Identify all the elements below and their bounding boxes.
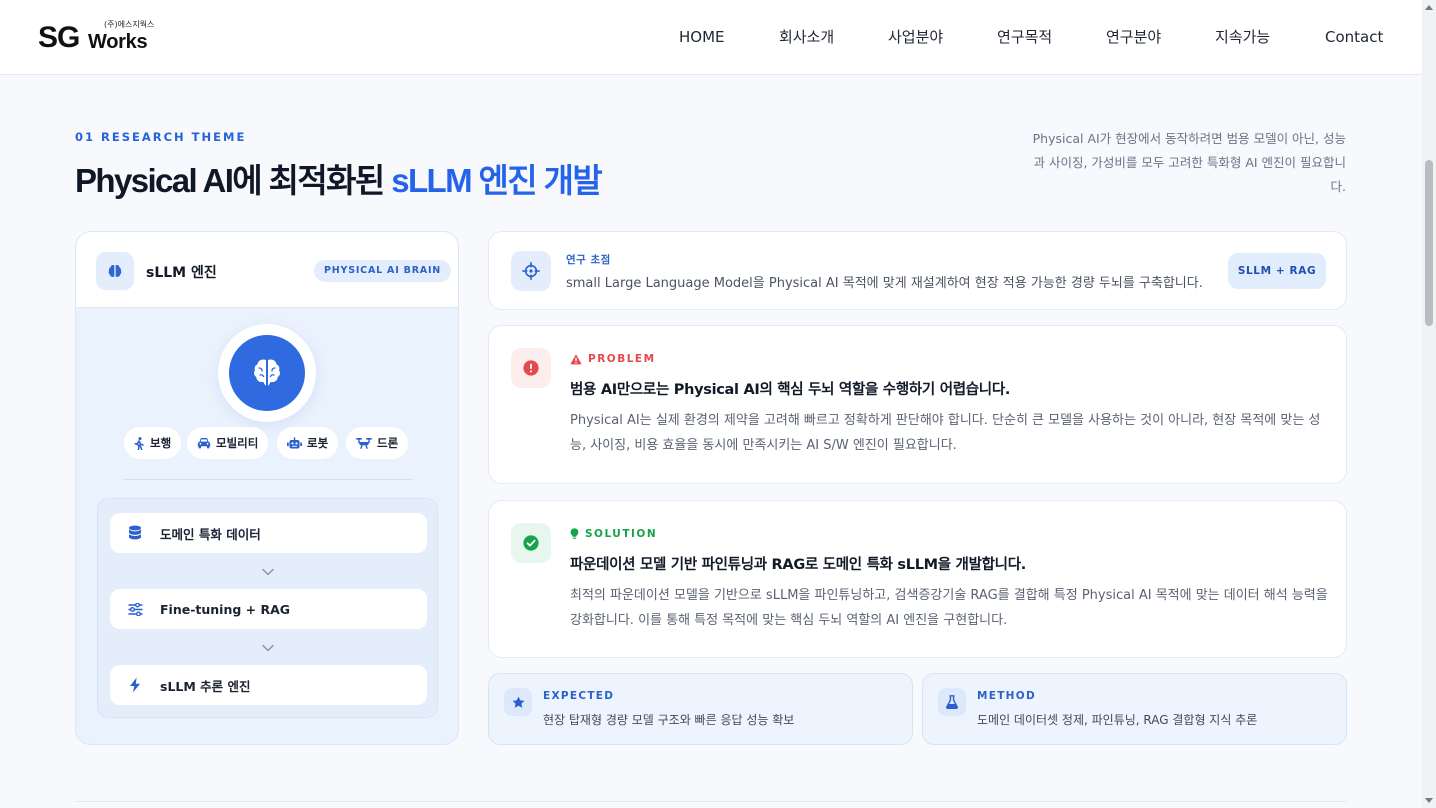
research-focus-label: 연구 초점 [566, 254, 611, 266]
crosshair-icon [511, 251, 551, 291]
chip-mobility: 모빌리티 [187, 427, 269, 459]
expected-card: EXPECTED 현장 탑재형 경량 모델 구조와 빠른 응답 성능 확보 [488, 673, 913, 745]
sliders-icon [110, 602, 160, 616]
research-focus-card: 연구 초점 small Large Language Model을 Physic… [488, 231, 1347, 310]
solution-body: 최적의 파운데이션 모델을 기반으로 sLLM을 파인튜닝하고, 검색증강기술 … [570, 588, 1328, 628]
solution-card: SOLUTION 파운데이션 모델 기반 파인튜닝과 RAG로 도메인 특화 s… [488, 500, 1347, 658]
car-icon [197, 438, 211, 449]
warning-triangle-icon [570, 353, 582, 364]
nav-company[interactable]: 회사소개 [779, 26, 834, 48]
scroll-up-arrow-icon[interactable] [1425, 5, 1433, 10]
logo-korean-name: (주)에스지웍스 [104, 20, 155, 29]
engine-card-divider [123, 479, 413, 480]
sllm-engine-card: sLLM 엔진 PHYSICAL AI BRAIN 보행 모빌리티 로봇 드론 [75, 231, 459, 745]
brain-icon [96, 252, 134, 290]
brain-emblem [218, 324, 316, 422]
method-text: 도메인 데이터셋 정제, 파인튜닝, RAG 결합형 지식 추론 [977, 713, 1258, 727]
section-title: Physical AI에 최적화된 sLLM 엔진 개발 [75, 154, 603, 202]
section-intro: Physical AI가 현장에서 동작하려면 범용 모델이 아닌, 성능과 사… [1032, 131, 1346, 194]
engine-card-title: sLLM 엔진 [146, 265, 217, 281]
lightbulb-icon [570, 528, 579, 539]
walking-icon [134, 436, 144, 450]
robot-icon [287, 436, 302, 448]
flask-icon [938, 688, 966, 716]
scrollbar-thumb[interactable] [1425, 160, 1433, 326]
star-icon [504, 688, 532, 716]
alert-circle-icon [511, 348, 551, 388]
logo-wordmark: Works [88, 31, 148, 53]
solution-title: 파운데이션 모델 기반 파인튜닝과 RAG로 도메인 특화 sLLM을 개발합니… [570, 557, 1026, 573]
solution-label: SOLUTION [570, 528, 657, 540]
chip-robot-label: 로봇 [307, 436, 329, 450]
chip-robot: 로봇 [277, 427, 339, 459]
engine-card-header: sLLM 엔진 PHYSICAL AI BRAIN [76, 232, 458, 308]
problem-label: PROBLEM [570, 353, 656, 365]
check-circle-icon [511, 523, 551, 563]
expected-label: EXPECTED [543, 690, 615, 702]
pipeline-step-data: 도메인 특화 데이터 [110, 513, 427, 553]
chip-drone: 드론 [346, 427, 409, 459]
nav-home[interactable]: HOME [679, 26, 725, 48]
chevron-down-icon [262, 644, 274, 652]
nav-business[interactable]: 사업분야 [888, 26, 943, 48]
brain-emblem-circle [229, 335, 305, 411]
engine-pipeline: 도메인 특화 데이터 Fine-tuning + RAG sLLM 추론 엔진 [97, 498, 438, 718]
nav-sustainability[interactable]: 지속가능 [1215, 26, 1270, 48]
site-header: SG (주)에스지웍스 Works HOME 회사소개 사업분야 연구목적 연구… [0, 0, 1422, 75]
engine-card-badge: PHYSICAL AI BRAIN [314, 260, 452, 282]
pipeline-step-inference: sLLM 추론 엔진 [110, 665, 427, 705]
brain-emblem-icon [254, 359, 280, 386]
pipeline-step-finetune: Fine-tuning + RAG [110, 589, 427, 629]
solution-label-text: SOLUTION [585, 528, 658, 540]
chip-walking: 보행 [124, 427, 182, 459]
pipeline-step-data-label: 도메인 특화 데이터 [160, 526, 261, 542]
method-card: METHOD 도메인 데이터셋 정제, 파인튜닝, RAG 결합형 지식 추론 [922, 673, 1347, 745]
section-title-accent: sLLM 엔진 개발 [391, 162, 603, 199]
section-eyebrow: 01 RESEARCH THEME [75, 130, 247, 144]
nav-research-purpose[interactable]: 연구목적 [997, 26, 1052, 48]
pipeline-step-inference-label: sLLM 추론 엔진 [160, 678, 251, 694]
problem-title: 범용 AI만으로는 Physical AI의 핵심 두뇌 역할을 수행하기 어렵… [570, 382, 1011, 398]
chip-drone-label: 드론 [377, 436, 399, 450]
problem-label-text: PROBLEM [588, 353, 656, 365]
section-title-main: Physical AI에 최적화된 [75, 162, 392, 199]
nav-contact[interactable]: Contact [1325, 26, 1383, 48]
site-logo[interactable]: SG (주)에스지웍스 Works [38, 20, 168, 56]
method-label: METHOD [977, 690, 1037, 702]
problem-body: Physical AI는 실제 환경의 제약을 고려해 빠르고 정확하게 판단해… [570, 413, 1321, 453]
pipeline-step-finetune-label: Fine-tuning + RAG [160, 601, 291, 617]
database-icon [110, 525, 160, 541]
research-focus-text: small Large Language Model을 Physical AI … [566, 276, 1203, 291]
problem-card: PROBLEM 범용 AI만으로는 Physical AI의 핵심 두뇌 역할을… [488, 325, 1347, 484]
nav-research-field[interactable]: 연구분야 [1106, 26, 1161, 48]
expected-text: 현장 탑재형 경량 모델 구조와 빠른 응답 성능 확보 [543, 713, 795, 727]
scroll-down-arrow-icon[interactable] [1425, 798, 1433, 803]
chip-walking-label: 보행 [150, 436, 172, 450]
chip-mobility-label: 모빌리티 [216, 436, 259, 450]
chevron-down-icon [262, 568, 274, 576]
bolt-icon [110, 677, 160, 693]
page-scrollbar[interactable] [1422, 0, 1436, 808]
drone-icon [356, 438, 372, 449]
logo-mark: SG [38, 21, 80, 54]
section-divider [75, 801, 1347, 802]
sllm-rag-tag[interactable]: SLLM + RAG [1228, 253, 1326, 289]
